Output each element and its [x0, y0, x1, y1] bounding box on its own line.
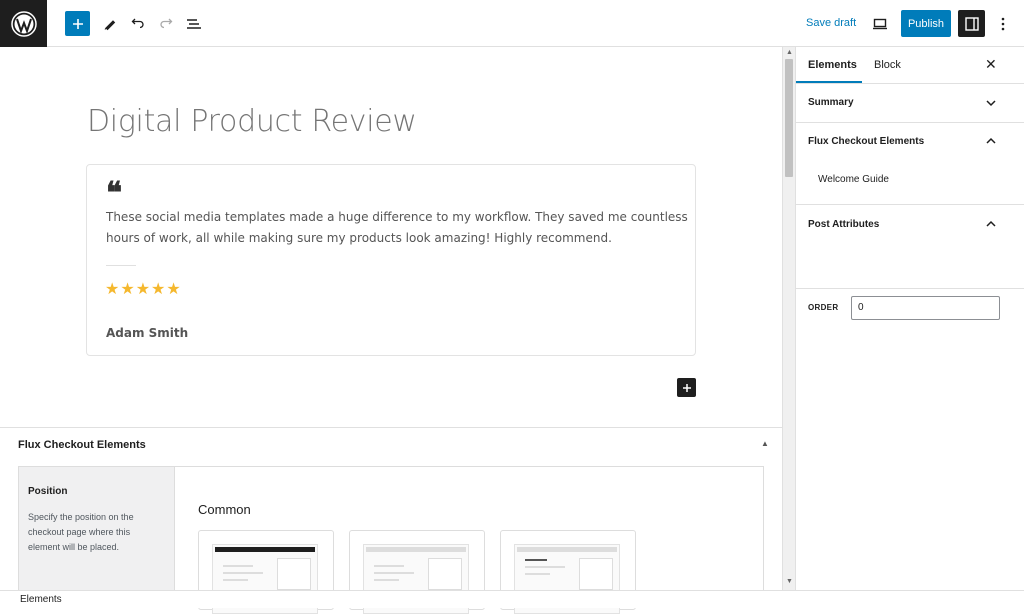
preview-button[interactable] — [867, 11, 892, 36]
tab-block[interactable]: Block — [874, 59, 901, 71]
save-draft-button[interactable]: Save draft — [806, 17, 856, 29]
position-description: Specify the position on the checkout pag… — [28, 512, 134, 552]
plus-icon — [72, 18, 83, 29]
common-heading: Common — [198, 502, 251, 517]
chevron-up-icon[interactable] — [986, 137, 996, 145]
post-title[interactable]: Digital Product Review — [87, 104, 417, 139]
chevron-down-icon[interactable] — [986, 99, 996, 107]
quote-icon: ❝ — [106, 176, 123, 211]
editor-scrollbar[interactable]: ▲ ▼ — [782, 47, 795, 590]
pencil-icon — [104, 19, 115, 30]
position-heading: Position — [28, 486, 68, 497]
inline-add-block-button[interactable] — [677, 378, 696, 397]
laptop-icon — [872, 18, 887, 29]
undo-button[interactable] — [125, 11, 150, 36]
review-text[interactable]: These social media templates made a huge… — [106, 207, 696, 249]
redo-button[interactable] — [153, 11, 178, 36]
settings-sidebar-toggle[interactable] — [958, 10, 985, 37]
editor-toolbar: Save draft Publish — [0, 0, 1024, 47]
review-divider — [106, 265, 136, 266]
summary-title[interactable]: Summary — [808, 97, 854, 108]
settings-sidebar: Elements Block ✕ Summary Flux Checkout E… — [795, 47, 1024, 590]
review-author[interactable]: Adam Smith — [106, 326, 188, 340]
redo-icon — [159, 18, 172, 28]
undo-icon — [131, 18, 144, 28]
welcome-guide-link[interactable]: Welcome Guide — [818, 174, 889, 185]
editor-canvas: Digital Product Review ❝ These social me… — [0, 47, 782, 427]
close-icon[interactable]: ✕ — [985, 56, 997, 73]
metabox-title[interactable]: Flux Checkout Elements — [18, 439, 146, 451]
tab-elements[interactable]: Elements — [808, 59, 857, 71]
list-view-button[interactable] — [181, 11, 206, 36]
breadcrumb-elements[interactable]: Elements — [20, 594, 62, 605]
plus-icon — [682, 383, 691, 392]
wordpress-logo-icon[interactable] — [0, 0, 47, 47]
post-attributes-panel: Post Attributes — [796, 205, 1024, 289]
scroll-thumb[interactable] — [785, 59, 793, 177]
block-breadcrumb-bar: Elements — [0, 590, 1024, 608]
star-rating: ★★★★★ — [105, 281, 182, 298]
collapse-up-icon[interactable]: ▲ — [761, 439, 769, 448]
list-view-icon — [186, 18, 201, 29]
options-menu-button[interactable] — [990, 11, 1015, 36]
sidebar-icon — [964, 16, 979, 31]
scroll-up-icon[interactable]: ▲ — [786, 49, 793, 56]
order-input[interactable]: 0 — [851, 296, 1000, 320]
tools-button[interactable] — [97, 11, 122, 36]
flux-elements-panel: Flux Checkout Elements Welcome Guide — [796, 123, 1024, 205]
summary-panel[interactable]: Summary — [796, 84, 1024, 123]
position-panel: Position Specify the position on the che… — [19, 467, 175, 597]
flux-elements-title[interactable]: Flux Checkout Elements — [808, 136, 924, 147]
order-label: ORDER — [808, 303, 839, 312]
metabox-panel: Position Specify the position on the che… — [18, 466, 764, 614]
add-block-button[interactable] — [65, 11, 90, 36]
flux-checkout-metabox: Flux Checkout Elements ▲ Position Specif… — [0, 427, 782, 614]
active-tab-indicator — [796, 81, 862, 83]
review-block[interactable]: ❝ These social media templates made a hu… — [86, 164, 696, 356]
kebab-icon — [1001, 17, 1004, 30]
sidebar-tabs: Elements Block ✕ — [796, 47, 1024, 84]
publish-button[interactable]: Publish — [901, 10, 951, 37]
chevron-up-icon[interactable] — [986, 220, 996, 228]
post-attributes-title[interactable]: Post Attributes — [808, 219, 879, 230]
scroll-down-icon[interactable]: ▼ — [786, 578, 793, 585]
